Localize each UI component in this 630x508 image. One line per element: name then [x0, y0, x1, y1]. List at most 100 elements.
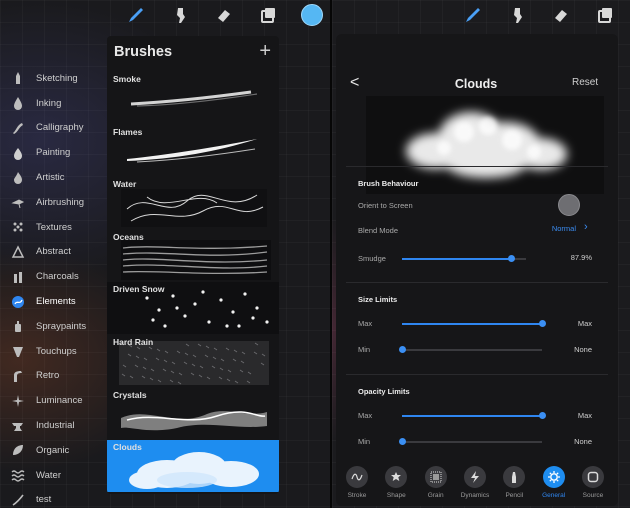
layers-icon[interactable] — [257, 4, 279, 26]
category-luminance[interactable]: Luminance — [0, 388, 106, 413]
reset-button[interactable]: Reset — [572, 77, 598, 88]
color-picker[interactable] — [301, 4, 323, 26]
leaf-icon — [10, 442, 26, 458]
tab-pencil[interactable]: Pencil — [497, 466, 531, 506]
airbrush-icon — [10, 194, 26, 210]
category-calligraphy[interactable]: Calligraphy — [0, 116, 106, 141]
category-label: Industrial — [36, 420, 75, 432]
category-label: Charcoals — [36, 271, 79, 283]
category-industrial[interactable]: Industrial — [0, 413, 106, 438]
retro-icon — [10, 368, 26, 384]
add-brush-button[interactable]: + — [259, 41, 271, 61]
category-touchups[interactable]: Touchups — [0, 339, 106, 364]
size-min-slider[interactable] — [399, 346, 542, 353]
brush-item-clouds[interactable]: Clouds — [107, 440, 279, 493]
paint-drop-icon — [10, 145, 26, 161]
brush-name: Driven Snow — [113, 284, 165, 295]
category-test[interactable]: test — [0, 488, 106, 508]
pencil-icon — [10, 70, 26, 86]
brush-name: Hard Rain — [113, 337, 154, 347]
category-organic[interactable]: Organic — [0, 438, 106, 463]
brush-item-hard-rain[interactable]: Hard Rain — [107, 335, 279, 387]
charcoal-icon — [10, 269, 26, 285]
category-painting[interactable]: Painting — [0, 140, 106, 165]
size-min-value: None — [574, 345, 592, 354]
opacity-min-slider[interactable] — [399, 438, 542, 445]
brush-name: Smoke — [113, 74, 141, 84]
blend-mode-value[interactable]: Normal — [552, 224, 576, 233]
orient-to-screen-toggle[interactable] — [558, 194, 580, 216]
category-label: Inking — [36, 97, 62, 109]
lightning-icon — [463, 466, 486, 488]
tab-source[interactable]: Source — [576, 466, 610, 506]
size-min-label: Min — [358, 345, 371, 354]
category-label: test — [36, 494, 52, 506]
category-label: Spraypaints — [36, 320, 87, 332]
chevron-right-icon[interactable]: › — [584, 221, 588, 233]
category-water[interactable]: Water — [0, 463, 106, 488]
eraser-icon[interactable] — [213, 4, 235, 26]
section-brush-behaviour: Brush Behaviour — [358, 179, 419, 188]
tab-dynamics[interactable]: Dynamics — [458, 466, 492, 506]
brush-icon[interactable] — [462, 4, 484, 26]
brush-item-smoke[interactable]: Smoke — [107, 72, 279, 124]
opacity-max-slider[interactable] — [402, 412, 546, 419]
category-airbrushing[interactable]: Airbrushing — [0, 190, 106, 215]
category-artistic[interactable]: Artistic — [0, 165, 106, 190]
category-elements[interactable]: Elements — [0, 289, 106, 314]
category-retro[interactable]: Retro — [0, 364, 106, 389]
tab-shape[interactable]: Shape — [379, 466, 413, 506]
waves-icon — [10, 467, 26, 483]
category-textures[interactable]: Textures — [0, 215, 106, 240]
brush-icon[interactable] — [125, 4, 147, 26]
triangle-icon — [10, 244, 26, 260]
brush-item-driven-snow[interactable]: Driven Snow — [107, 282, 279, 335]
brush-name: Water — [113, 179, 137, 190]
category-label: Luminance — [36, 395, 83, 407]
layers-icon[interactable] — [594, 4, 616, 26]
size-max-slider[interactable] — [402, 320, 546, 327]
category-inking[interactable]: Inking — [0, 91, 106, 116]
touchups-icon — [10, 343, 26, 359]
tab-label: Shape — [386, 492, 406, 499]
section-opacity-limits: Opacity Limits — [358, 387, 410, 396]
anvil-icon — [10, 418, 26, 434]
brush-item-flames[interactable]: Flames — [107, 125, 279, 177]
opacity-max-value: Max — [577, 411, 592, 420]
settings-panel: < Clouds Reset Brush Behaviour Orient to… — [336, 34, 618, 506]
texture-icon — [10, 219, 26, 235]
tab-grain[interactable]: Grain — [419, 466, 453, 506]
category-sketching[interactable]: Sketching — [0, 66, 106, 91]
brush-name: Crystals — [113, 389, 147, 400]
tab-stroke[interactable]: Stroke — [340, 466, 374, 506]
brush-item-water[interactable]: Water — [107, 177, 279, 229]
section-size-limits: Size Limits — [358, 295, 398, 304]
smudge-icon[interactable] — [506, 4, 528, 26]
tab-label: General — [542, 492, 566, 499]
blend-mode-label: Blend Mode — [358, 226, 399, 235]
smudge-slider[interactable] — [402, 255, 526, 262]
eraser-icon[interactable] — [550, 4, 572, 26]
shape-icon — [385, 466, 408, 488]
category-charcoals[interactable]: Charcoals — [0, 264, 106, 289]
divider — [346, 166, 608, 167]
brush-name: Oceans — [113, 231, 144, 242]
tab-general[interactable]: General — [537, 466, 571, 506]
category-abstract[interactable]: Abstract — [0, 240, 106, 265]
divider — [346, 374, 608, 375]
stroke-curve-icon — [346, 466, 368, 488]
right-toolbar — [462, 0, 630, 30]
tab-label: Source — [582, 492, 604, 499]
opacity-min-value: None — [574, 437, 592, 446]
brush-item-crystals[interactable]: Crystals — [107, 388, 279, 440]
smudge-icon[interactable] — [169, 4, 191, 26]
category-spraypaints[interactable]: Spraypaints — [0, 314, 106, 339]
category-label: Touchups — [36, 345, 77, 357]
tab-label: Stroke — [347, 492, 367, 499]
category-label: Artistic — [36, 172, 65, 184]
pencil-tip-icon — [503, 466, 526, 488]
category-label: Sketching — [36, 72, 78, 84]
grain-icon — [424, 466, 447, 488]
brush-item-oceans[interactable]: Oceans — [107, 230, 279, 282]
brushes-title: Brushes — [114, 44, 173, 60]
